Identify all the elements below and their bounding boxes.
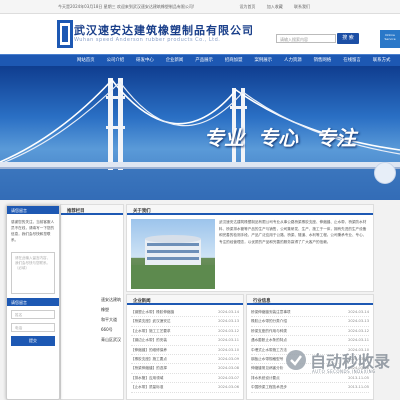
about-title: 关于我们 xyxy=(127,205,373,215)
company-name-cn: 武汉速安达建筑橡塑制品有限公司 xyxy=(74,24,254,37)
list-item[interactable]: 【钢塑止水带】橡胶伸缩缝 2024-03-14 xyxy=(131,308,239,318)
list-item[interactable]: 【桥梁伸缩缝】的选择 2024-03-08 xyxy=(131,364,239,374)
watermark-icon xyxy=(286,350,306,370)
message-contact-title: 请您留言 xyxy=(7,298,59,306)
message-panel-title: 请您留言 xyxy=(7,206,59,214)
about-section: 关于我们 武汉速安达建筑橡塑制品有限公司专业从事公路桥梁橡胶支座、伸缩缝、止水带… xyxy=(126,204,374,292)
search-input[interactable]: 请输入搜索内容 xyxy=(276,34,336,43)
recommend-snippet[interactable]: 青山区武汉 xyxy=(101,335,123,345)
greeting-text: 今天是2024年03月18日 星期三 欢迎来到武汉速安达建筑橡塑制品有限公司! xyxy=(58,4,195,9)
message-panel-intro: 感谢您的关注，当前客服人员不在线，请填写一下您的信息，我们会尽快和您联系。 xyxy=(11,220,55,242)
watermark-subtext: AUTO SECONDS INDEXING xyxy=(312,369,376,374)
phone-field[interactable]: 电话 xyxy=(11,323,55,332)
news-list: 【钢塑止水带】橡胶伸缩缝 2024-03-14 【桥梁支座】武汉速安达 2024-0… xyxy=(127,305,243,396)
top-links: 设为首页 加入收藏 联系我们 xyxy=(229,4,310,10)
company-name-en: Wuhan speed Anderson rubber products Co.… xyxy=(74,37,221,43)
banner-slogan-focus: 专心 xyxy=(258,126,298,150)
main-nav: 网站首页 公司介绍 研发中心 企业新闻 产品展示 招商加盟 案例展示 人力资源 … xyxy=(0,54,400,66)
message-content-input[interactable]: 请在此输入留言内容，我们会尽快与您联系。（必填） xyxy=(11,252,55,294)
watermark-overlay: 自动秒收录 AUTO SECONDS INDEXING xyxy=(282,344,400,392)
banner-slogan-professional: 专业 xyxy=(204,126,244,150)
list-item[interactable]: 【伸缩缝】的维修保养 2024-03-10 xyxy=(131,346,239,356)
list-item[interactable]: 【止水带】施工工艺要求 2024-03-12 xyxy=(131,327,239,337)
recommend-snippet[interactable]: 速安达建筑橡塑 xyxy=(101,295,123,315)
add-favorite-link[interactable]: 加入收藏 xyxy=(267,4,283,9)
list-item[interactable]: 【钢边止水带】的安装 2024-03-11 xyxy=(131,336,239,346)
online-service-widget[interactable]: Online Service xyxy=(380,30,400,48)
building-illustration xyxy=(131,235,215,289)
search-button[interactable]: 搜 索 xyxy=(337,33,359,44)
list-item[interactable]: 【桥梁支座】武汉速安达 2024-03-13 xyxy=(131,317,239,327)
news-section: 企业新闻 【钢塑止水带】橡胶伸缩缝 2024-03-14 【桥梁支座】武汉速安达 2… xyxy=(126,294,244,400)
about-description: 武汉速安达建筑橡塑制品有限公司专业从事公路桥梁橡胶支座、伸缩缝、止水带、桥梁防水… xyxy=(219,220,367,244)
list-item[interactable]: 【排水管】应用领域 2024-03-07 xyxy=(131,374,239,384)
online-service-label: Online Service xyxy=(384,33,396,41)
list-item[interactable]: 桥梁伸缩缝安装注意事项 2024-03-14 xyxy=(251,308,369,318)
company-logo-icon xyxy=(57,20,73,48)
submit-message-button[interactable]: 提交 xyxy=(11,336,55,346)
banner-slogan-dedication: 专注 xyxy=(316,126,356,150)
industry-title: 行业信息 xyxy=(247,295,373,305)
list-item[interactable]: 橡胶止水带的分类介绍 2024-03-13 xyxy=(251,317,369,327)
recommend-snippets: 速安达建筑橡塑 和平大道660号 青山区武汉 xyxy=(101,295,123,345)
news-title: 企业新闻 xyxy=(127,295,243,305)
contact-us-link[interactable]: 联系我们 xyxy=(294,4,310,9)
message-panel: 请您留言 感谢您的关注，当前客服人员不在线，请填写一下您的信息，我们会尽快和您联… xyxy=(6,205,60,400)
list-item[interactable]: 【橡胶支座】施工要点 2024-03-09 xyxy=(131,355,239,365)
recommend-section: 推荐栏目 速安达建筑橡塑 和平大道660号 青山区武汉 xyxy=(60,204,124,400)
chat-avatar-icon[interactable] xyxy=(374,162,396,184)
recommend-snippet[interactable]: 和平大道660号 xyxy=(101,315,123,335)
top-info-bar: 今天是2024年03月18日 星期三 欢迎来到武汉速安达建筑橡塑制品有限公司! … xyxy=(0,0,400,14)
list-item[interactable]: 桥梁支座的作用与种类 2024-03-12 xyxy=(251,327,369,337)
company-building-image xyxy=(131,219,215,289)
list-item[interactable]: 【止水带】质量标准 2024-03-06 xyxy=(131,383,239,393)
set-homepage-link[interactable]: 设为首页 xyxy=(239,4,255,9)
hero-banner: 专业 专心 专注 xyxy=(0,66,400,200)
name-field[interactable]: 姓名 xyxy=(11,310,55,319)
recommend-title: 推荐栏目 xyxy=(61,205,123,215)
